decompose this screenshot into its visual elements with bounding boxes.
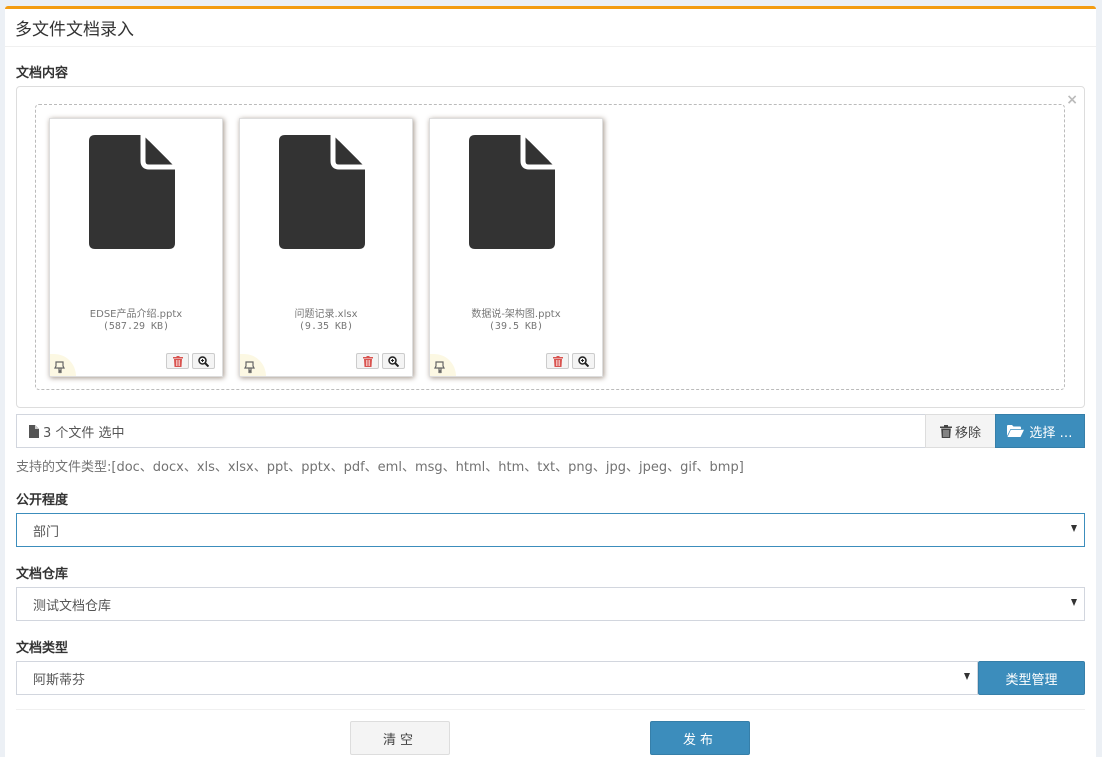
file-icon bbox=[469, 135, 555, 249]
doc-type-select[interactable]: 阿斯蒂芬 bbox=[16, 661, 978, 695]
file-caption[interactable]: 3 个文件 选中 bbox=[16, 414, 926, 448]
file-thumbnail: 问题记录.xlsx (9.35 KB) bbox=[239, 118, 413, 377]
divider bbox=[16, 709, 1085, 710]
browse-label: 选择 … bbox=[1029, 425, 1073, 441]
drop-zone[interactable]: EDSE产品介绍.pptx (587.29 KB) 问题记录.xlsx (9.3… bbox=[35, 104, 1065, 390]
file-name: 数据说-架构图.pptx bbox=[471, 309, 561, 320]
delete-file-button[interactable] bbox=[166, 353, 189, 369]
repository-value: 测试文档仓库 bbox=[33, 598, 112, 614]
file-icon bbox=[89, 135, 175, 249]
file-size: (9.35 KB) bbox=[298, 321, 354, 332]
browse-files-button[interactable]: 选择 … bbox=[995, 414, 1085, 448]
remove-label: 移除 bbox=[954, 425, 981, 441]
upload-panel: 多文件文档录入 文档内容 × EDSE产品介绍.pptx (587.29 KB) bbox=[5, 6, 1096, 757]
close-icon[interactable]: × bbox=[1066, 93, 1078, 107]
file-name: EDSE产品介绍.pptx bbox=[89, 309, 183, 320]
clear-button[interactable]: 清空 bbox=[350, 721, 450, 755]
zoom-icon bbox=[388, 355, 399, 367]
file-input-group: 3 个文件 选中 移除 选择 … bbox=[16, 414, 1085, 448]
file-name: 问题记录.xlsx bbox=[294, 309, 358, 320]
zoom-file-button[interactable] bbox=[382, 353, 405, 369]
panel-header: 多文件文档录入 bbox=[5, 9, 1096, 47]
file-size: (587.29 KB) bbox=[102, 321, 170, 332]
file-caption-text: 3 个文件 选中 bbox=[43, 425, 125, 441]
drag-handle[interactable] bbox=[240, 354, 266, 376]
zoom-file-button[interactable] bbox=[192, 353, 215, 369]
file-icon bbox=[279, 135, 365, 249]
caret-down-icon bbox=[1071, 599, 1077, 606]
page-title: 多文件文档录入 bbox=[15, 20, 134, 40]
drag-handle[interactable] bbox=[50, 354, 76, 376]
file-preview: × EDSE产品介绍.pptx (587.29 KB) 问题记录.xlsx (9… bbox=[16, 86, 1085, 408]
file-icon bbox=[29, 424, 39, 438]
trash-icon bbox=[362, 355, 373, 367]
drag-icon bbox=[54, 361, 65, 374]
drag-icon bbox=[434, 361, 445, 374]
visibility-value: 部门 bbox=[33, 524, 60, 540]
repository-select[interactable]: 测试文档仓库 bbox=[16, 587, 1085, 621]
zoom-file-button[interactable] bbox=[572, 353, 595, 369]
visibility-select[interactable]: 部门 bbox=[16, 513, 1085, 547]
content-label: 文档内容 bbox=[16, 66, 69, 81]
caret-down-icon bbox=[1071, 525, 1077, 532]
folder-open-icon bbox=[1007, 425, 1025, 437]
drag-handle[interactable] bbox=[430, 354, 456, 376]
publish-button[interactable]: 发布 bbox=[650, 721, 750, 755]
supported-types-hint: 支持的文件类型:[doc、docx、xls、xlsx、ppt、pptx、pdf、… bbox=[16, 460, 744, 475]
file-thumbnail: EDSE产品介绍.pptx (587.29 KB) bbox=[49, 118, 223, 377]
trash-icon bbox=[939, 424, 952, 438]
doc-type-value: 阿斯蒂芬 bbox=[33, 672, 86, 688]
drag-icon bbox=[244, 361, 255, 374]
zoom-icon bbox=[198, 355, 209, 367]
file-thumbnail: 数据说-架构图.pptx (39.5 KB) bbox=[429, 118, 603, 377]
repository-label: 文档仓库 bbox=[16, 567, 69, 582]
delete-file-button[interactable] bbox=[546, 353, 569, 369]
trash-icon bbox=[552, 355, 563, 367]
delete-file-button[interactable] bbox=[356, 353, 379, 369]
file-size: (39.5 KB) bbox=[488, 321, 544, 332]
type-manage-button[interactable]: 类型管理 bbox=[978, 661, 1085, 695]
zoom-icon bbox=[578, 355, 589, 367]
caret-down-icon bbox=[964, 673, 970, 680]
doc-type-label: 文档类型 bbox=[16, 641, 69, 656]
visibility-label: 公开程度 bbox=[16, 493, 69, 508]
trash-icon bbox=[172, 355, 183, 367]
remove-files-button[interactable]: 移除 bbox=[925, 414, 996, 448]
